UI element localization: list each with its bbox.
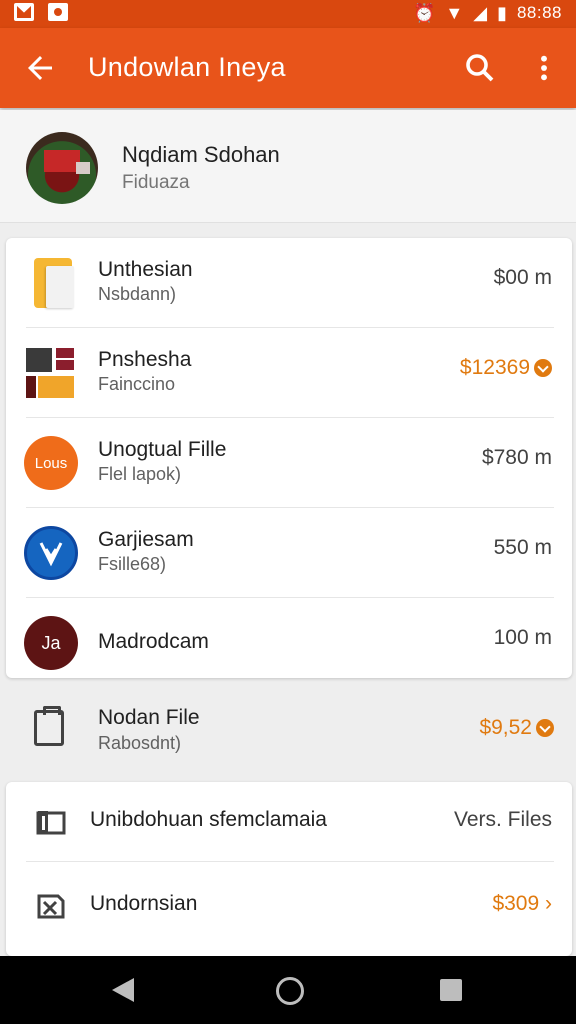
color-grid-icon	[24, 346, 78, 400]
wifi-icon: ▼	[445, 3, 464, 23]
folder-outline-icon	[36, 811, 66, 835]
avatar	[26, 132, 98, 204]
alarm-icon: ⏰	[412, 3, 436, 23]
item-title: Unthesian	[98, 258, 193, 281]
item-value-text: $12369	[459, 356, 530, 379]
item-title: Garjiesam	[98, 528, 194, 551]
file-list-card: Unthesian Nsbdann) $00 m Pnshesha Faincc…	[6, 238, 572, 678]
list-item[interactable]: Lous Unogtual Fille Flel lapok) $780 m	[6, 418, 572, 508]
item-value-text: $9,52	[479, 716, 532, 739]
item-title: Pnshesha	[98, 348, 192, 371]
profile-subtitle: Fiduaza	[122, 172, 190, 193]
item-subtitle: Rabosdnt)	[98, 733, 182, 753]
list-item[interactable]: Pnshesha Fainccino $12369	[6, 328, 572, 418]
profile-name: Nqdiam Sdohan	[122, 142, 280, 167]
item-value: $00 m	[493, 266, 552, 289]
arrow-back-icon[interactable]	[22, 50, 58, 86]
item-subtitle: Fsille68)	[98, 554, 167, 574]
list-item-standalone[interactable]: Nodan File Rabosdnt) $9,52	[0, 688, 576, 778]
status-time: 88:88	[516, 3, 562, 22]
item-value: $9,52	[479, 716, 554, 740]
item-label: Undornsian	[90, 892, 198, 915]
bottom-list-card: Unibdohuan sfemclamaia Vers. Files Undor…	[6, 782, 572, 956]
folder-file-icon	[24, 256, 78, 310]
item-title: Nodan File	[98, 706, 200, 729]
monogram-icon: Ja	[24, 616, 78, 670]
nav-home-icon[interactable]	[276, 977, 304, 1005]
blue-badge-icon	[24, 526, 78, 580]
item-value: 550 m	[493, 536, 552, 559]
lous-logo-icon: Lous	[24, 436, 78, 490]
coin-icon	[536, 719, 554, 737]
nav-back-icon[interactable]	[112, 978, 134, 1002]
status-bar: ⏰ ▼ ◢ ▮ 88:88	[0, 0, 576, 28]
list-item[interactable]: Unibdohuan sfemclamaia Vers. Files	[6, 782, 572, 862]
list-item[interactable]: Unthesian Nsbdann) $00 m	[6, 238, 572, 328]
item-subtitle: Nsbdann)	[98, 284, 177, 304]
item-subtitle: Flel lapok)	[98, 464, 182, 484]
item-value: $309 ›	[492, 892, 552, 915]
item-value: Vers. Files	[453, 808, 552, 831]
item-value: $780 m	[481, 446, 552, 469]
item-title: Unogtual Fille	[98, 438, 227, 461]
page-title: Undowlan Ineya	[88, 52, 286, 82]
mail-icon	[14, 3, 34, 21]
coin-icon	[534, 359, 552, 377]
item-title: Madrodcam	[98, 630, 209, 653]
app-bar: Undowlan Ineya	[0, 28, 576, 108]
more-vert-icon[interactable]	[528, 50, 560, 86]
battery-icon: ▮	[497, 3, 507, 23]
inbox-icon	[37, 894, 65, 919]
item-value: $12369	[460, 356, 552, 380]
clipboard-icon	[34, 706, 64, 746]
signal-icon: ◢	[473, 3, 488, 23]
system-nav-bar	[0, 956, 576, 1024]
item-label: Unibdohuan sfemclamaia	[90, 808, 327, 831]
profile-header[interactable]: Nqdiam Sdohan Fiduaza	[0, 110, 576, 223]
nav-recents-icon[interactable]	[440, 979, 462, 1001]
search-icon[interactable]	[462, 50, 498, 86]
item-subtitle: Fainccino	[98, 374, 176, 394]
list-item[interactable]: Ja Madrodcam 100 m	[6, 598, 572, 688]
camera-icon	[48, 3, 68, 21]
list-item[interactable]: Undornsian $309 ›	[6, 866, 572, 946]
list-item[interactable]: Garjiesam Fsille68) 550 m	[6, 508, 572, 598]
item-value: 100 m	[493, 626, 552, 649]
